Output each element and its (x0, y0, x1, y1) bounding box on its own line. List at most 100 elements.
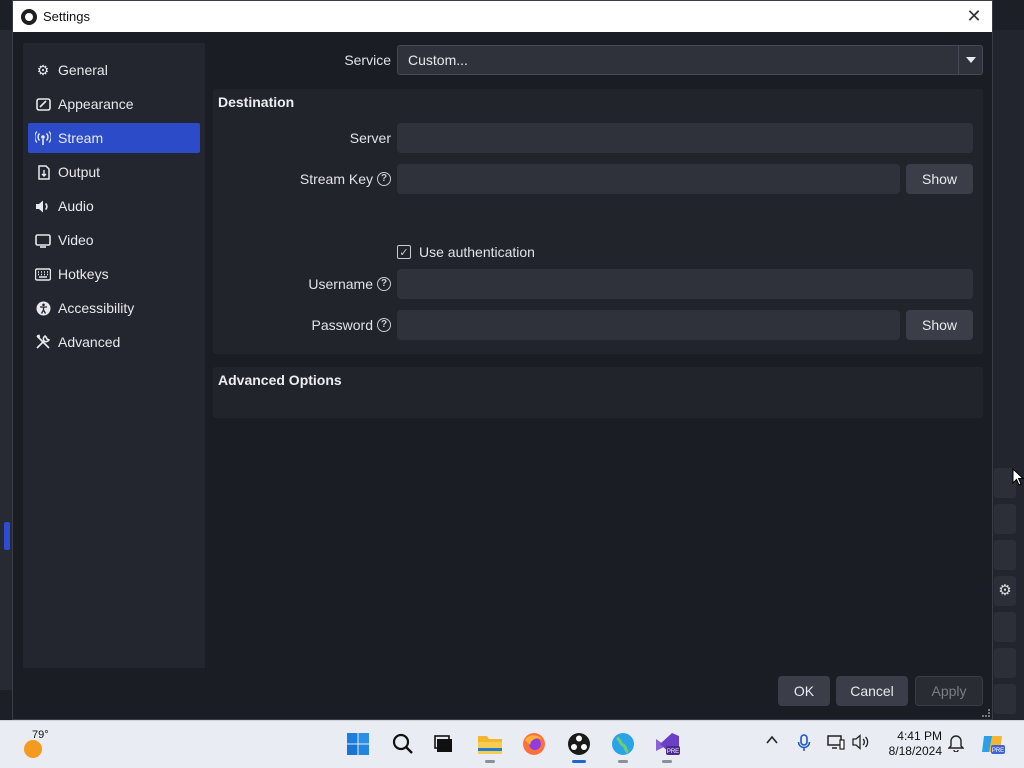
speaker-icon (35, 198, 51, 214)
weather-widget[interactable]: 79° (20, 729, 54, 763)
temperature-text: 79° (32, 729, 49, 741)
sidebar-item-video[interactable]: Video (28, 225, 200, 255)
sidebar-item-appearance[interactable]: Appearance (28, 89, 200, 119)
network-icon[interactable] (827, 734, 845, 754)
notification-bell-icon[interactable] (947, 734, 965, 756)
use-authentication-label: Use authentication (419, 244, 535, 260)
show-stream-key-button[interactable]: Show (906, 164, 973, 194)
advanced-options-group[interactable]: Advanced Options (213, 367, 983, 418)
destination-title: Destination (218, 94, 295, 110)
broadcast-icon (35, 130, 51, 146)
background-right-panel: ⚙ (992, 30, 1024, 720)
background-dock-button[interactable] (994, 684, 1016, 714)
mouse-cursor-icon (1012, 468, 1024, 486)
sidebar-item-label: Audio (58, 198, 94, 214)
password-row: Password ? Show (213, 310, 983, 340)
svg-text:PRE: PRE (667, 749, 679, 755)
sidebar-item-hotkeys[interactable]: Hotkeys (28, 259, 200, 289)
clock[interactable]: 4:41 PM 8/18/2024 (880, 729, 942, 759)
service-row: Service Custom... (213, 45, 983, 75)
sidebar-item-label: Accessibility (58, 300, 135, 316)
stream-key-label: Stream Key (299, 171, 373, 187)
file-explorer-icon[interactable] (477, 731, 503, 763)
window-title: Settings (43, 9, 90, 24)
stream-key-input[interactable] (397, 164, 900, 194)
server-row: Server (213, 123, 983, 153)
stream-settings-panel: Service Custom... Destination Server Str… (213, 43, 983, 668)
help-icon[interactable]: ? (377, 318, 391, 332)
obs-icon[interactable] (566, 731, 592, 763)
windows-taskbar: 79° PRE 4:41 PM 8/18/2024 PRE (0, 720, 1024, 768)
task-view-icon[interactable] (431, 731, 457, 757)
cancel-button[interactable]: Cancel (836, 676, 908, 706)
username-input[interactable] (397, 269, 973, 299)
use-authentication-checkbox[interactable]: ✓ (397, 245, 411, 259)
stream-key-row: Stream Key ? Show (213, 164, 983, 194)
help-icon[interactable]: ? (377, 172, 391, 186)
close-icon[interactable]: ✕ (962, 5, 986, 27)
sidebar-item-label: Video (58, 232, 94, 248)
background-selected-item (4, 522, 10, 550)
background-dock-button[interactable] (994, 540, 1016, 570)
search-icon[interactable] (390, 731, 416, 757)
running-indicator (662, 760, 672, 763)
ok-button[interactable]: OK (778, 676, 830, 706)
sidebar-item-stream[interactable]: Stream (28, 123, 200, 153)
chevron-down-icon[interactable] (958, 46, 982, 74)
sidebar-item-advanced[interactable]: Advanced (28, 327, 200, 357)
gear-icon: ⚙ (36, 61, 50, 78)
username-row: Username ? (213, 269, 983, 299)
globe-app-icon[interactable] (610, 731, 636, 763)
sidebar-item-label: General (58, 62, 108, 78)
running-indicator (485, 760, 495, 763)
background-dock-button[interactable] (994, 504, 1016, 534)
chevron-up-icon[interactable] (765, 733, 779, 751)
background-gear-icon[interactable]: ⚙ (994, 576, 1016, 606)
sidebar-item-output[interactable]: Output (28, 157, 200, 187)
service-select[interactable]: Custom... (397, 45, 983, 75)
sidebar-item-audio[interactable]: Audio (28, 191, 200, 221)
copilot-icon[interactable]: PRE (980, 732, 1006, 760)
running-indicator (618, 760, 628, 763)
microphone-icon[interactable] (797, 734, 811, 756)
background-dock-button[interactable] (994, 612, 1016, 642)
sidebar-item-label: Output (58, 164, 101, 180)
settings-dialog: Settings ✕ ⚙ General Appearance Stream O… (12, 0, 993, 720)
show-password-button[interactable]: Show (906, 310, 973, 340)
server-label: Server (349, 130, 391, 146)
password-input[interactable] (397, 310, 900, 340)
background-dock-button[interactable] (994, 648, 1016, 678)
use-authentication-row[interactable]: ✓ Use authentication (397, 243, 535, 261)
clock-time: 4:41 PM (897, 729, 942, 743)
sidebar-item-label: Stream (58, 130, 104, 146)
resize-grip[interactable] (982, 709, 990, 717)
windows-start-icon[interactable] (345, 731, 371, 757)
sidebar-item-general[interactable]: ⚙ General (28, 55, 200, 85)
help-icon[interactable]: ? (377, 277, 391, 291)
monitor-icon (35, 232, 51, 248)
visual-studio-preview-icon[interactable]: PRE (654, 731, 680, 763)
active-app-indicator (572, 760, 586, 763)
password-label: Password (311, 317, 373, 333)
service-label: Service (344, 52, 391, 68)
apply-button[interactable]: Apply (915, 676, 983, 706)
sidebar-item-accessibility[interactable]: Accessibility (28, 293, 200, 323)
tools-icon (35, 334, 51, 350)
keyboard-icon (35, 266, 51, 282)
server-input[interactable] (397, 123, 973, 153)
stream-key-label-wrap: Stream Key ? (213, 171, 391, 187)
password-label-wrap: Password ? (213, 317, 391, 333)
appearance-icon (35, 96, 51, 112)
background-left-panel (0, 30, 12, 690)
settings-sidebar: ⚙ General Appearance Stream Output Audio… (23, 43, 205, 668)
advanced-options-title: Advanced Options (218, 372, 342, 388)
destination-group: Destination Server Stream Key ? Show ✓ U… (213, 89, 983, 354)
volume-icon[interactable] (852, 734, 870, 754)
username-label: Username (308, 276, 373, 292)
sidebar-item-label: Advanced (58, 334, 121, 350)
sidebar-item-label: Hotkeys (58, 266, 109, 282)
obs-logo-icon (21, 8, 37, 25)
firefox-icon[interactable] (521, 731, 547, 757)
sidebar-item-label: Appearance (58, 96, 134, 112)
svg-text:PRE: PRE (992, 748, 1004, 754)
